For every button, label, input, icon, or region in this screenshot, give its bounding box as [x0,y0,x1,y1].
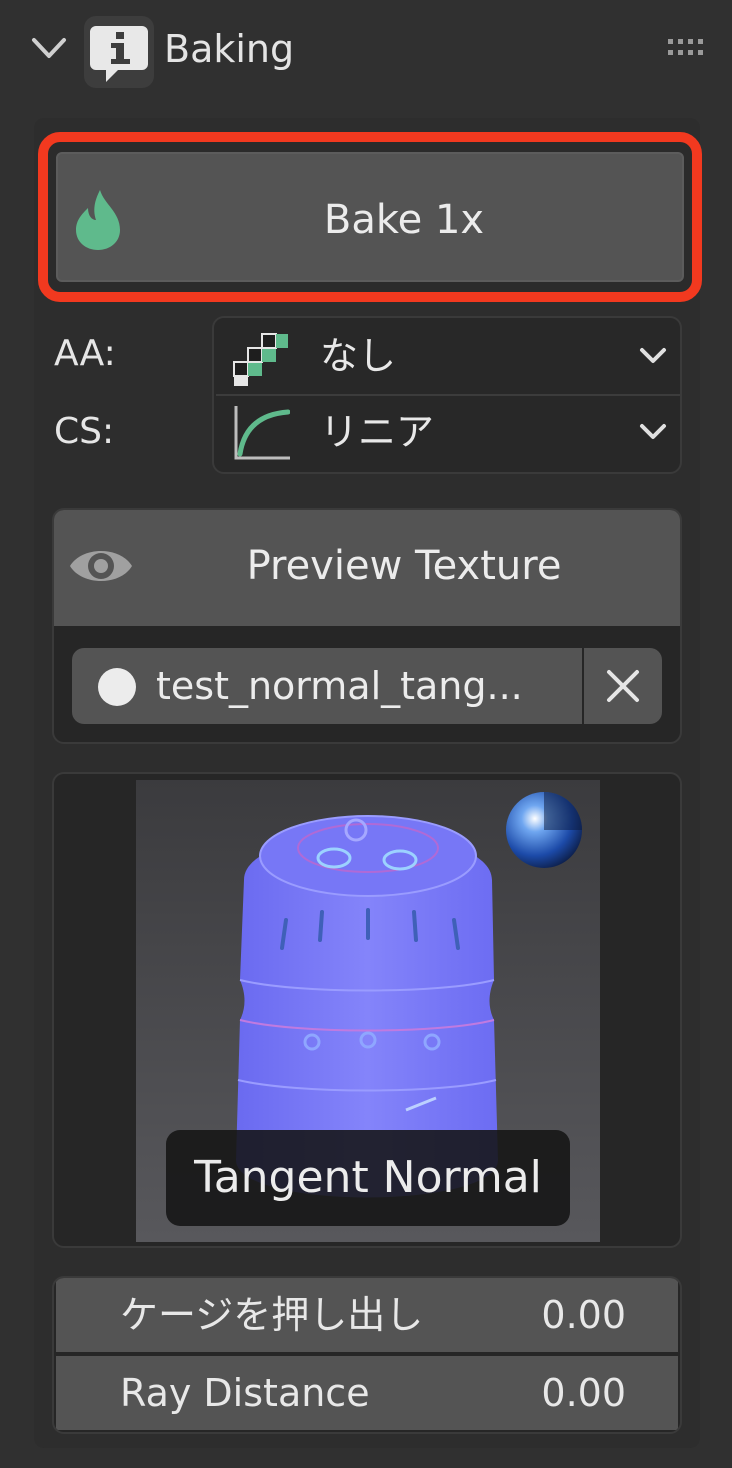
curve-icon [234,406,290,460]
preview-texture-button[interactable]: Preview Texture [54,510,680,626]
drag-grip-icon[interactable] [664,36,712,60]
chevron-down-icon [640,424,666,439]
shading-mode-label: Tangent Normal [194,1152,542,1203]
cs-value: リニア [320,410,435,454]
cage-extrusion-label: ケージを押し出し [120,1293,424,1337]
preview-texture-label: Preview Texture [246,543,562,589]
image-name: test_normal_tang... [156,664,523,708]
bake-label: Bake 1x [323,197,485,243]
clear-image-button[interactable] [584,648,662,724]
cage-settings-group: ケージを押し出し 0.00 Ray Distance 0.00 [52,1276,682,1434]
checker-icon [233,333,288,386]
chevron-down-icon[interactable] [28,30,70,66]
cs-dropdown[interactable]: リニア [216,396,680,470]
shading-mode-badge: Tangent Normal [166,1130,570,1226]
cage-extrusion-field[interactable]: ケージを押し出し 0.00 [56,1278,678,1352]
info-speech-icon [84,16,154,88]
ray-distance-label: Ray Distance [120,1371,370,1415]
bake-settings-group: なし リニア [212,316,682,474]
baking-panel: Baking Bake 1x AA: CS: なし リニア Preview Te… [0,0,732,1468]
aa-label: AA: [54,333,116,374]
image-selector-field[interactable]: test_normal_tang... [72,648,582,724]
ray-distance-field[interactable]: Ray Distance 0.00 [56,1356,678,1430]
panel-title[interactable]: Baking [164,24,294,74]
ray-distance-value: 0.00 [541,1371,626,1415]
close-icon [607,670,639,702]
cage-extrusion-value: 0.00 [541,1293,626,1337]
cs-label: CS: [54,411,115,452]
aa-value: なし [320,334,397,378]
image-dot-icon [98,668,136,706]
aa-dropdown[interactable]: なし [216,320,680,396]
chevron-down-icon [640,348,666,363]
preview-texture-box: Preview Texture test_normal_tang... [52,508,682,744]
